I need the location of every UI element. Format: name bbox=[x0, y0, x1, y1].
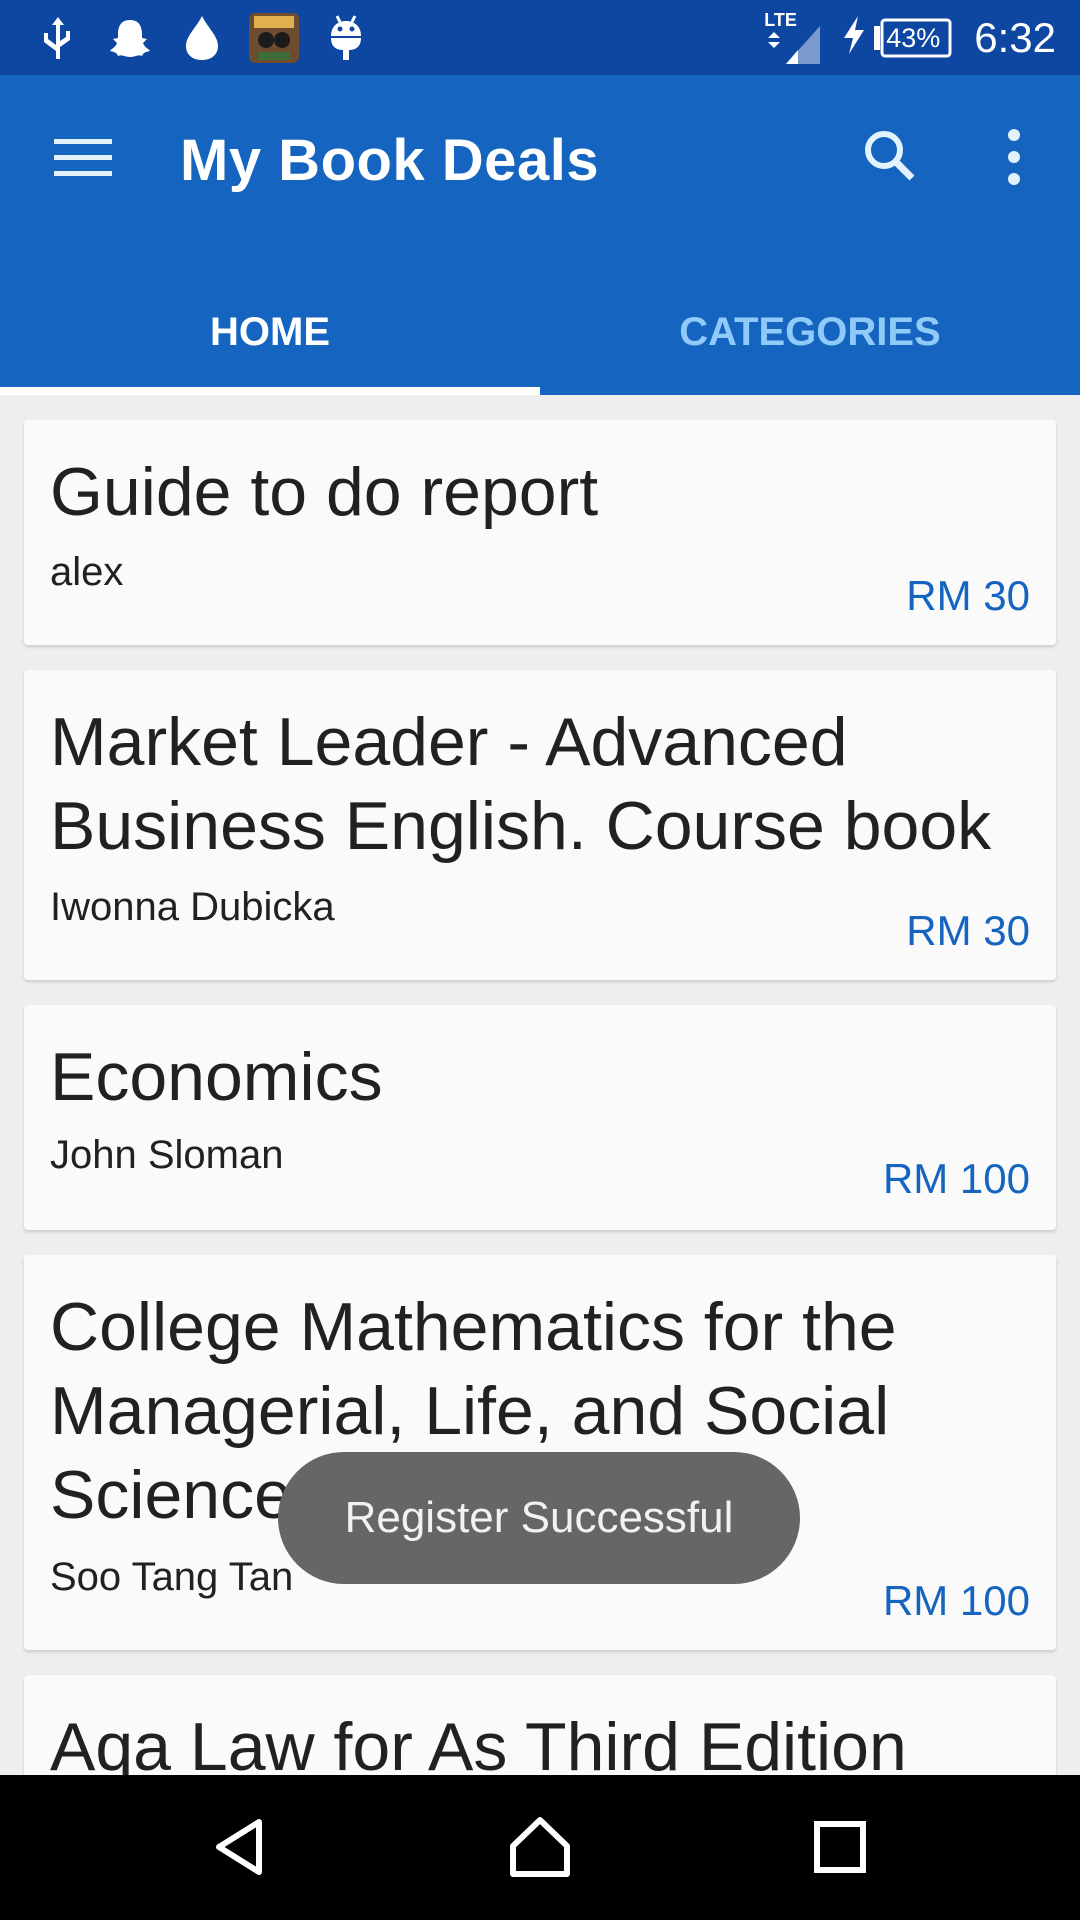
book-price: RM 100 bbox=[882, 1155, 1030, 1202]
android-debug-icon bbox=[318, 10, 374, 66]
book-price: RM 100 bbox=[882, 1577, 1030, 1624]
charging-icon bbox=[840, 14, 868, 61]
search-button[interactable] bbox=[850, 117, 930, 197]
battery-icon: 43% bbox=[872, 17, 954, 59]
book-price: RM 30 bbox=[906, 907, 1030, 954]
recents-button[interactable] bbox=[790, 1797, 890, 1897]
book-title: Economics bbox=[50, 1039, 383, 1115]
tab-home-label: HOME bbox=[210, 309, 330, 354]
snapchat-icon bbox=[102, 10, 158, 66]
app-bar: My Book Deals HOME CATEGORIES bbox=[0, 75, 1080, 395]
tab-bar: HOME CATEGORIES bbox=[0, 275, 1080, 395]
search-icon bbox=[865, 131, 915, 181]
tab-home[interactable]: HOME bbox=[0, 275, 540, 395]
game-app-icon bbox=[246, 10, 302, 66]
book-price: RM 30 bbox=[906, 572, 1030, 619]
book-title: Market Leader - Advanced Business Englis… bbox=[50, 704, 992, 864]
hamburger-menu-icon bbox=[54, 139, 112, 176]
app-title: My Book Deals bbox=[180, 128, 600, 193]
system-indicators: LTE 43% 6:32 bbox=[762, 0, 1056, 75]
tab-categories[interactable]: CATEGORIES bbox=[540, 275, 1080, 395]
book-author: Iwonna Dubicka bbox=[50, 885, 335, 929]
back-button[interactable] bbox=[190, 1797, 290, 1897]
book-title: Guide to do report bbox=[50, 454, 599, 530]
lte-signal-icon: LTE bbox=[762, 10, 826, 66]
usb-icon bbox=[30, 10, 86, 66]
status-bar: LTE 43% 6:32 bbox=[0, 0, 1080, 75]
notification-icons bbox=[30, 10, 390, 66]
navigation-menu-button[interactable] bbox=[44, 117, 124, 197]
book-title: Aqa Law for As Third Edition bbox=[50, 1709, 907, 1775]
book-author: alex bbox=[50, 550, 124, 594]
book-author: Soo Tang Tan bbox=[50, 1555, 294, 1599]
book-card[interactable]: Guide to do report alex RM 30 bbox=[24, 420, 1056, 645]
drop-icon bbox=[174, 10, 230, 66]
battery-percent: 43% bbox=[886, 22, 941, 53]
toast-message: Register Successful bbox=[278, 1452, 800, 1584]
book-card[interactable]: Market Leader - Advanced Business Englis… bbox=[24, 670, 1056, 980]
home-icon bbox=[510, 1817, 570, 1877]
overflow-menu-button[interactable] bbox=[975, 117, 1055, 197]
system-navigation-bar bbox=[0, 1775, 1080, 1920]
overflow-menu-icon bbox=[1008, 129, 1020, 185]
active-tab-indicator bbox=[0, 387, 540, 395]
recents-icon bbox=[814, 1821, 866, 1873]
clock: 6:32 bbox=[974, 13, 1056, 61]
book-author: John Sloman bbox=[50, 1133, 284, 1177]
home-button[interactable] bbox=[490, 1797, 590, 1897]
tab-categories-label: CATEGORIES bbox=[679, 309, 941, 354]
book-card[interactable]: Aqa Law for As Third Edition bbox=[24, 1675, 1056, 1775]
book-card[interactable]: Economics John Sloman RM 100 bbox=[24, 1005, 1056, 1230]
back-icon bbox=[216, 1819, 262, 1875]
